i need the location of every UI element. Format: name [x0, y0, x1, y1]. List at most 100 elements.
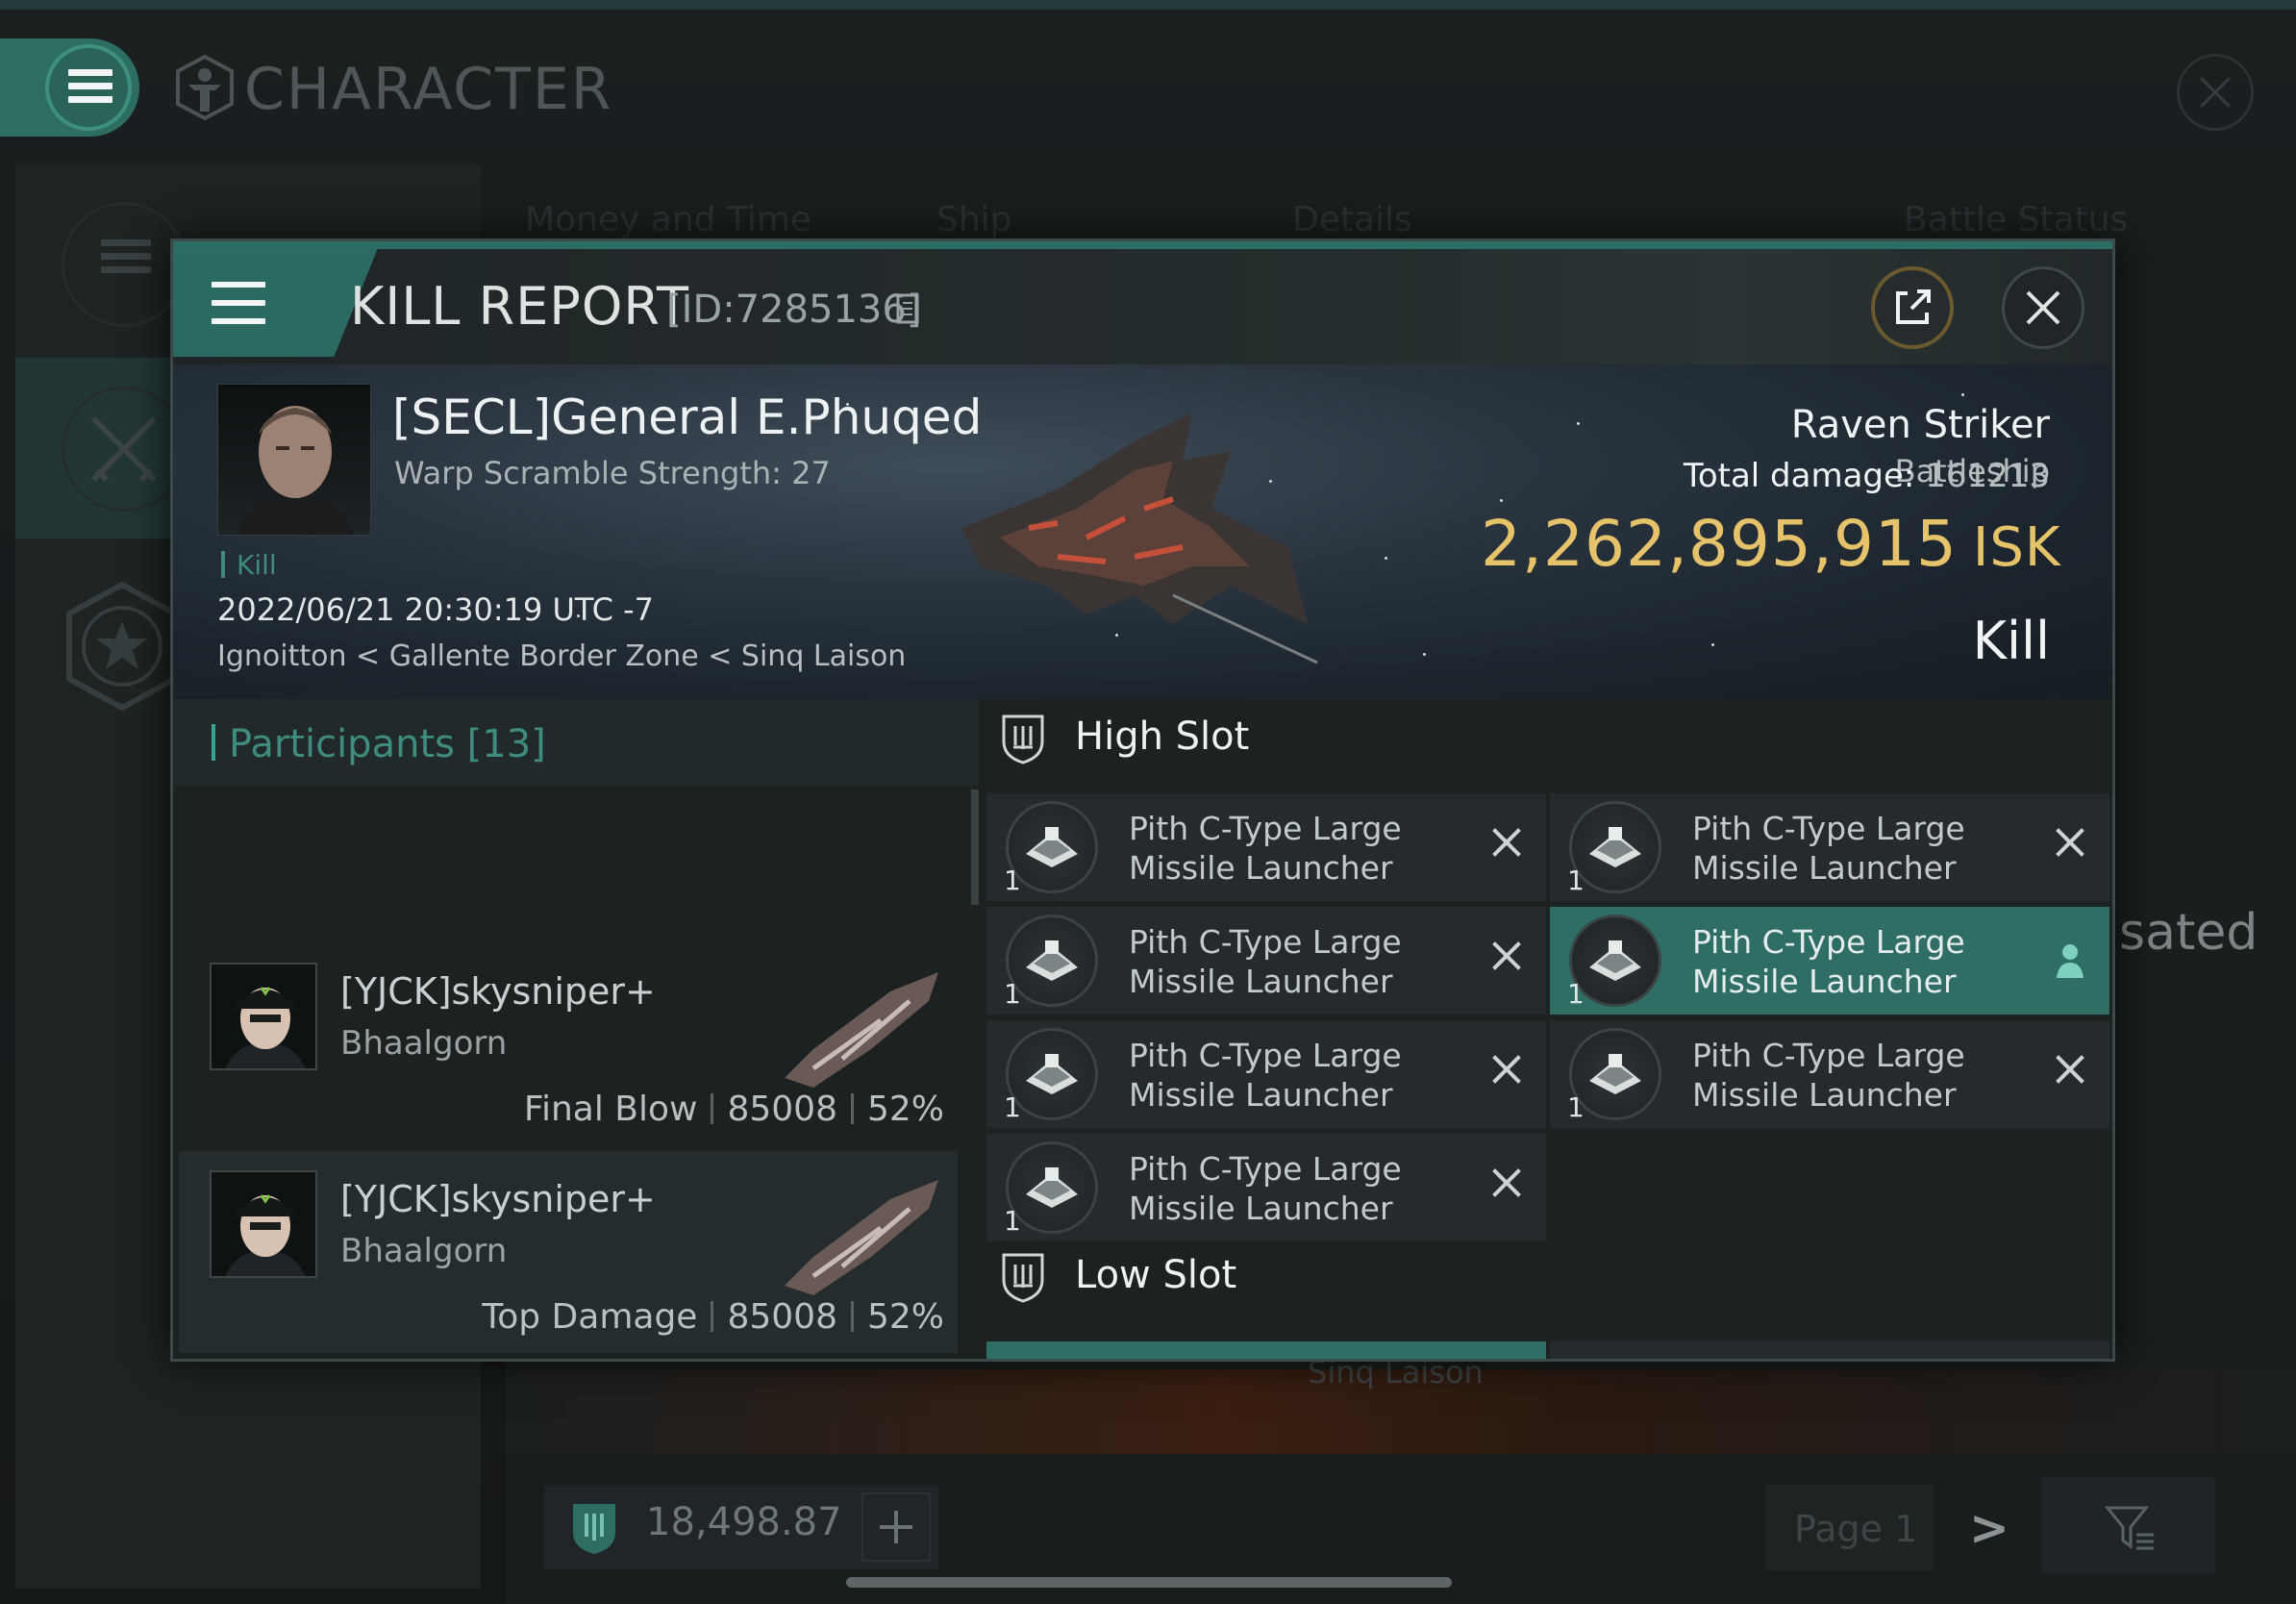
bhaalgorn-ship-image	[785, 1180, 938, 1295]
high-slot-module[interactable]: 1 Pith C-Type Large Missile Launcher	[986, 1020, 1546, 1128]
copy-icon[interactable]	[894, 291, 921, 326]
bg-tab-details: Details	[1292, 200, 1412, 239]
participant-avatar	[210, 963, 317, 1070]
participant-damage: 85008	[727, 1090, 837, 1129]
bg-tab-battle-status: Battle Status	[1904, 200, 2129, 239]
kill-result: Kill	[1972, 611, 2050, 671]
high-slot-module[interactable]: 1 Pith C-Type Large Missile Launcher	[1550, 1020, 2109, 1128]
high-slot-module[interactable]: 1 Pith C-Type Large Missile Launcher	[986, 1134, 1546, 1241]
destroyed-icon	[1492, 1055, 1521, 1084]
participants-title: Participants [13]	[229, 722, 546, 766]
module-name: Pith C-Type Large Missile Launcher	[1129, 1150, 1402, 1227]
participants-scrollbar[interactable]	[971, 789, 979, 905]
kill-report-modal: KILL REPORT [ID:7285136] [SECL]General E…	[170, 238, 2115, 1362]
isk-value-line: 2,262,895,915 ISK	[1481, 507, 2060, 581]
low-slot-module-partial[interactable]	[986, 1341, 1546, 1359]
wallet-add-button[interactable]	[861, 1492, 931, 1562]
ship-name[interactable]: Raven Striker	[1791, 403, 2050, 447]
filter-icon	[2104, 1506, 2154, 1550]
home-indicator	[846, 1577, 1452, 1588]
page-label: Page 1	[1794, 1508, 1918, 1550]
wallet-amount: 18,498.87	[646, 1500, 842, 1544]
background-partial-text: sated	[2119, 904, 2259, 962]
high-slot-header: High Slot	[1000, 713, 1249, 764]
module-quantity: 1	[1567, 1091, 1585, 1123]
module-quantity: 1	[1004, 1091, 1021, 1123]
module-quantity: 1	[1004, 1205, 1021, 1237]
module-quantity: 1	[1567, 865, 1585, 896]
module-name: Pith C-Type Large Missile Launcher	[1692, 810, 1965, 887]
kill-tag: Kill	[237, 549, 277, 581]
raven-striker-ship-image	[961, 413, 1318, 664]
low-slot-header: Low Slot	[1000, 1251, 1236, 1303]
bhaalgorn-ship-image	[785, 972, 938, 1088]
participant-role: Top Damage	[482, 1297, 698, 1337]
isk-value: 2,262,895,915	[1481, 507, 1958, 581]
participant-avatar	[210, 1170, 317, 1278]
filter-button[interactable]	[2042, 1477, 2215, 1573]
destroyed-icon	[2056, 1055, 2084, 1084]
high-slot-icon	[1002, 714, 1044, 764]
low-slot-title: Low Slot	[1075, 1253, 1237, 1297]
participant-name: [YJCK]skysniper+	[340, 1178, 656, 1220]
destroyed-icon	[1492, 828, 1521, 857]
high-slot-module[interactable]: 1 Pith C-Type Large Missile Launcher	[1550, 793, 2109, 901]
module-name: Pith C-Type Large Missile Launcher	[1692, 1037, 1965, 1114]
warp-scramble-strength: Warp Scramble Strength: 27	[394, 455, 831, 491]
side-crossed-swords-circle	[62, 387, 187, 512]
participant-name: [YJCK]skysniper+	[340, 970, 656, 1013]
share-button[interactable]	[1871, 266, 1954, 349]
module-quantity: 1	[1567, 978, 1585, 1010]
character-icon	[176, 54, 234, 121]
participant-percent: 52%	[866, 1297, 944, 1337]
victim-name[interactable]: [SECL]General E.Phuqed	[392, 389, 982, 445]
kill-timestamp: 2022/06/21 20:30:19 UTC -7	[217, 591, 655, 628]
participant-stats: Final Blow 85008 52%	[524, 1090, 944, 1129]
high-slot-module-dropped[interactable]: 1 Pith C-Type Large Missile Launcher	[1550, 907, 2109, 1015]
high-slot-module[interactable]: 1 Pith C-Type Large Missile Launcher	[986, 907, 1546, 1015]
bg-tab-ship: Ship	[936, 200, 1012, 239]
participant-percent: 52%	[866, 1090, 944, 1129]
participant-ship: Bhaalgorn	[340, 1024, 508, 1063]
hamburger-icon	[68, 69, 112, 104]
main-menu-button[interactable]	[0, 38, 139, 137]
victim-portrait[interactable]	[217, 384, 371, 536]
top-border	[0, 0, 2296, 10]
high-slot-module[interactable]: 1 Pith C-Type Large Missile Launcher	[986, 793, 1546, 901]
modal-top-border	[173, 241, 2112, 249]
close-icon	[2026, 290, 2060, 325]
side-menu-circle	[62, 202, 187, 327]
participant-row[interactable]: [YJCK]skysniper+ Bhaalgorn Final Blow 850…	[179, 943, 958, 1145]
crossed-swords-icon	[90, 415, 158, 483]
low-slot-module-partial[interactable]	[1550, 1341, 2109, 1359]
total-damage-label: Total damage:	[1683, 457, 1915, 495]
app-close-button[interactable]	[2177, 54, 2254, 131]
share-icon	[1896, 289, 1931, 324]
kill-id: [ID:7285136]	[666, 288, 922, 332]
destroyed-icon	[1492, 941, 1521, 970]
menu-ring	[45, 44, 132, 131]
page-title: CHARACTER	[244, 56, 613, 123]
module-name: Pith C-Type Large Missile Launcher	[1129, 810, 1402, 887]
bg-tab-money: Money and Time	[525, 200, 812, 239]
modal-close-button[interactable]	[2002, 266, 2084, 349]
module-name: Pith C-Type Large Missile Launcher	[1129, 1037, 1402, 1114]
person-icon	[2057, 944, 2084, 978]
destroyed-icon	[1492, 1168, 1521, 1197]
modal-menu-button[interactable]	[173, 249, 327, 357]
fitting-slots-panel: High Slot 1 Pith C-Type Large Missile La…	[979, 699, 2112, 1359]
wallet-shield-icon	[573, 1504, 615, 1554]
module-name: Pith C-Type Large Missile Launcher	[1692, 923, 1965, 1000]
list-icon	[101, 239, 151, 274]
participant-stats: Top Damage 85008 52%	[482, 1297, 944, 1337]
participant-role: Final Blow	[523, 1090, 698, 1129]
modal-title: KILL REPORT	[350, 276, 689, 337]
participant-row[interactable]: [YJCK]skysniper+ Bhaalgorn Top Damage 850…	[179, 1151, 958, 1353]
participant-damage: 85008	[727, 1297, 837, 1337]
participants-panel: Participants [13] [YJCK]skysniper+ Bhaal…	[173, 699, 979, 1359]
hamburger-icon	[212, 282, 265, 324]
kill-hero-banner: [SECL]General E.Phuqed Warp Scramble Str…	[173, 364, 2112, 699]
participant-ship: Bhaalgorn	[340, 1232, 508, 1270]
next-page-icon[interactable]: >	[1969, 1500, 2009, 1556]
kill-location[interactable]: Ignoitton < Gallente Border Zone < Sinq …	[217, 639, 906, 673]
